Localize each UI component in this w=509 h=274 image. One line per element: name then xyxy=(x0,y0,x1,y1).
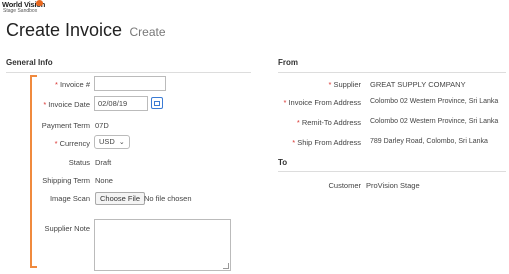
invoice-from-address-value: Colombo 02 Western Province, Sri Lanka xyxy=(370,98,499,105)
supplier-note-label: Supplier Note xyxy=(44,224,90,233)
customer-label: Customer xyxy=(328,181,361,190)
resize-grip-icon[interactable] xyxy=(223,263,229,269)
highlight-bracket xyxy=(30,75,37,268)
page-title-main: Create Invoice xyxy=(6,20,123,40)
general-info-heading: General Info xyxy=(6,58,53,67)
supplier-note-textarea[interactable] xyxy=(94,219,231,271)
customer-value: ProVision Stage xyxy=(366,181,420,190)
general-info-divider xyxy=(6,72,251,73)
remit-to-address-label: * Remit-To Address xyxy=(296,118,361,127)
invoice-date-input[interactable]: 02/08/19 xyxy=(94,96,148,111)
invoice-from-address-label: * Invoice From Address xyxy=(283,98,361,107)
currency-label: * Currency xyxy=(54,139,90,148)
ship-from-address-value: 789 Darley Road, Colombo, Sri Lanka xyxy=(370,138,488,145)
chevron-down-icon: ⌄ xyxy=(118,139,125,146)
currency-selected: USD xyxy=(99,137,115,146)
company-logo: World Vision Stage Sandbox xyxy=(2,0,45,14)
supplier-value: GREAT SUPPLY COMPANY xyxy=(370,80,466,89)
calendar-icon[interactable] xyxy=(151,97,163,109)
payment-term-label: Payment Term xyxy=(41,121,90,130)
invoice-date-label: * Invoice Date xyxy=(43,100,90,109)
shipping-term-label: Shipping Term xyxy=(42,176,90,185)
page-title-sub: Create xyxy=(129,25,166,39)
image-scan-label: Image Scan xyxy=(49,194,90,203)
invoice-number-input[interactable] xyxy=(94,76,166,91)
from-heading: From xyxy=(278,58,298,67)
status-label: Status xyxy=(68,158,90,167)
from-divider xyxy=(278,72,506,73)
shipping-term-value: None xyxy=(95,176,113,185)
logo-line2: Stage Sandbox xyxy=(3,7,38,14)
no-file-text: No file chosen xyxy=(144,194,192,203)
to-heading: To xyxy=(278,158,288,167)
supplier-label: * Supplier xyxy=(328,80,361,89)
payment-term-value: 07D xyxy=(95,121,109,130)
remit-to-address-value: Colombo 02 Western Province, Sri Lanka xyxy=(370,118,499,125)
to-divider xyxy=(278,171,506,172)
invoice-number-label: * Invoice # xyxy=(55,80,90,89)
currency-select[interactable]: USD ⌄ xyxy=(94,135,130,149)
choose-file-button[interactable]: Choose File xyxy=(95,192,146,205)
status-value: Draft xyxy=(95,158,112,167)
logo-mark-icon xyxy=(36,0,43,6)
ship-from-address-label: * Ship From Address xyxy=(292,138,361,147)
page-title: Create Invoice Create xyxy=(6,20,166,41)
